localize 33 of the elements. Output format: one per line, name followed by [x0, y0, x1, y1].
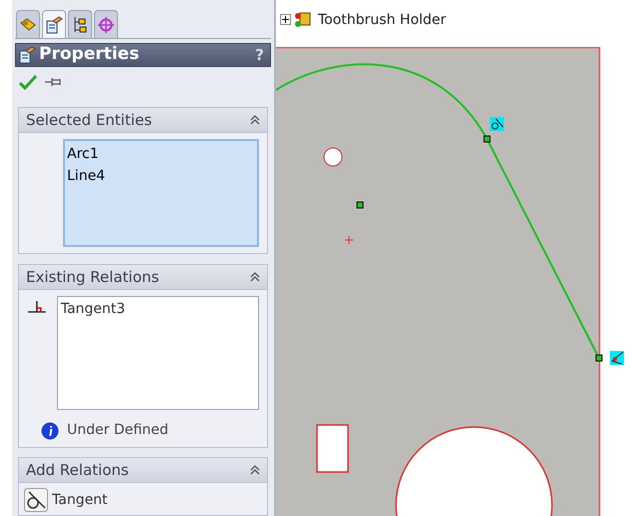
tree-toggle[interactable] — [280, 14, 291, 25]
panel-tab[interactable] — [16, 10, 40, 38]
list-item[interactable]: Line4 — [67, 165, 255, 187]
group-title: Selected Entities — [26, 110, 152, 131]
panel-tab[interactable] — [42, 10, 66, 38]
tangent-relation-icon — [27, 300, 47, 314]
list-item[interactable]: Tangent3 — [60, 299, 255, 319]
panel-title: Properties — [39, 43, 140, 66]
help-button[interactable]: ? — [251, 44, 268, 66]
panel-tab[interactable] — [68, 10, 92, 38]
relations-list[interactable]: Tangent3 — [56, 296, 259, 410]
entities-list[interactable]: Arc1 Line4 — [63, 139, 259, 247]
parts-icon — [19, 16, 37, 32]
info-icon — [41, 422, 59, 440]
group-header[interactable]: Add Relations — [19, 458, 267, 483]
list-item[interactable]: Arc1 — [67, 143, 255, 165]
status-text: Under Defined — [67, 421, 168, 440]
collapse-icon[interactable] — [250, 465, 260, 475]
tree-item-label[interactable]: Toothbrush Holder — [318, 10, 446, 31]
group-title: Add Relations — [26, 460, 129, 481]
tangent-icon[interactable] — [24, 488, 48, 512]
group-header[interactable]: Selected Entities — [19, 108, 267, 133]
collapse-icon[interactable] — [250, 272, 260, 282]
assembly-icon — [293, 10, 313, 30]
crosshair-icon — [97, 16, 115, 34]
clipboard-hand-icon — [18, 46, 36, 64]
checkmark-icon[interactable] — [19, 74, 37, 90]
collapse-icon[interactable] — [250, 115, 260, 125]
tangent-option[interactable]: Tangent — [52, 490, 108, 510]
group-title: Existing Relations — [26, 266, 160, 288]
clipboard-hand-icon — [45, 16, 63, 34]
tree-icon — [72, 16, 88, 34]
group-header[interactable]: Existing Relations — [19, 265, 267, 290]
